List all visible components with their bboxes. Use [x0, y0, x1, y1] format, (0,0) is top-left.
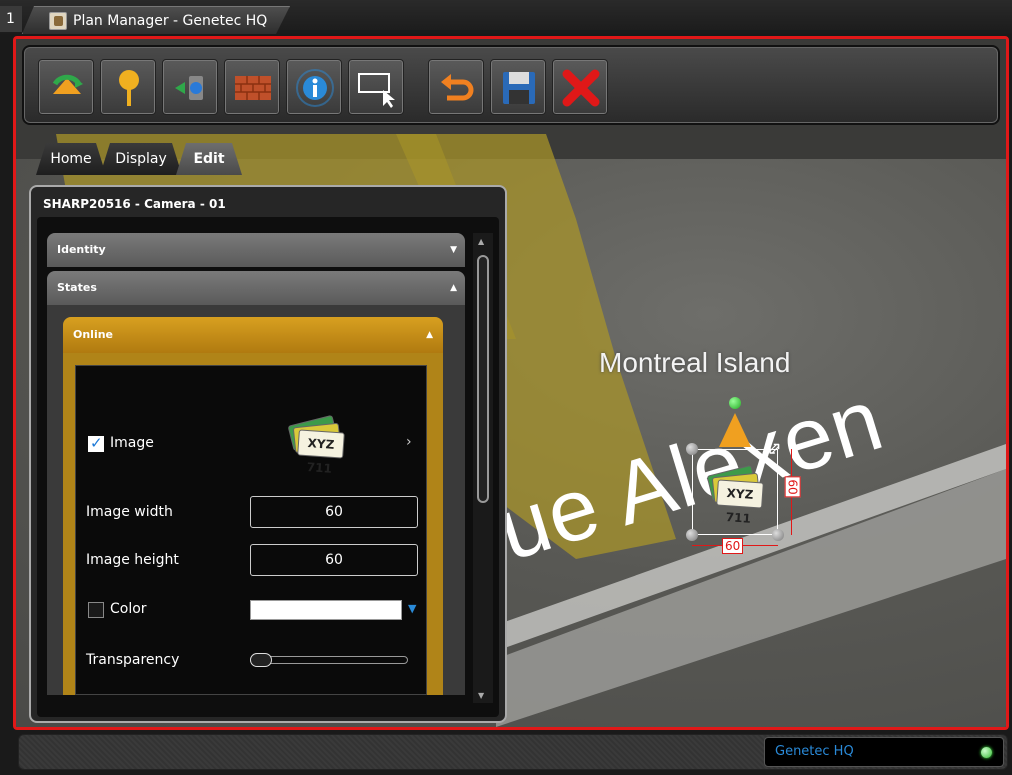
- door-icon: [175, 76, 203, 100]
- scroll-down-icon[interactable]: ▼: [478, 691, 484, 700]
- resize-handle-bottom-left[interactable]: [686, 529, 698, 541]
- width-dimension-label: 60: [722, 538, 744, 554]
- undo-button[interactable]: [428, 59, 484, 115]
- image-width-label: Image width: [86, 504, 173, 520]
- license-plate-icon: XYZ 711: [703, 464, 767, 526]
- online-properties: Image XYZ 711 › Image width 60 Image hei…: [75, 365, 427, 695]
- status-bar: Genetec HQ: [18, 734, 1008, 770]
- connection-status-icon: [981, 747, 992, 758]
- transparency-label: Transparency: [86, 652, 180, 668]
- chevron-right-icon[interactable]: ›: [406, 434, 412, 450]
- chevron-down-icon[interactable]: ▼: [408, 602, 416, 615]
- edit-toolbar: [22, 45, 1000, 125]
- tab-home[interactable]: Home: [36, 143, 106, 175]
- plate-text: XYZ 711: [716, 479, 764, 526]
- server-name: Genetec HQ: [775, 744, 854, 759]
- save-icon: [503, 72, 535, 104]
- color-swatch[interactable]: [250, 600, 402, 620]
- chevron-up-icon: ▲: [426, 330, 433, 340]
- section-online-label: Online: [73, 328, 114, 341]
- info-button[interactable]: [286, 59, 342, 115]
- camera-map-object[interactable]: XYZ 711: [692, 449, 778, 535]
- wall-icon: [235, 76, 271, 100]
- door-button[interactable]: [162, 59, 218, 115]
- server-status[interactable]: Genetec HQ: [764, 737, 1004, 767]
- panel-scrollbar[interactable]: ▲ ▼: [473, 233, 493, 703]
- rotation-handle[interactable]: [729, 397, 741, 409]
- color-label: Color: [110, 601, 147, 617]
- image-label: Image: [110, 435, 154, 451]
- tab-edit[interactable]: Edit: [176, 143, 242, 175]
- close-icon: [562, 69, 600, 107]
- move-tool-icon: [52, 74, 83, 94]
- section-states[interactable]: States ▲: [47, 271, 465, 305]
- location-pin-icon: [119, 70, 139, 106]
- image-width-input[interactable]: 60: [250, 496, 418, 528]
- scroll-thumb[interactable]: [477, 255, 489, 503]
- app-tab-title: Plan Manager - Genetec HQ: [73, 13, 268, 29]
- section-identity-label: Identity: [57, 243, 106, 256]
- online-body: Image XYZ 711 › Image width 60 Image hei…: [63, 353, 443, 695]
- tab-display[interactable]: Display: [100, 143, 182, 175]
- license-plate-image-preview[interactable]: XYZ 711: [284, 414, 348, 476]
- image-height-input[interactable]: 60: [250, 544, 418, 576]
- image-height-label: Image height: [86, 552, 179, 568]
- select-area-icon: [358, 73, 395, 108]
- transparency-slider-thumb[interactable]: [250, 653, 272, 667]
- plate-text: XYZ 711: [297, 429, 345, 476]
- map-island-label: Montreal Island: [599, 347, 791, 378]
- info-icon: [296, 69, 334, 107]
- tab-index: 1: [0, 6, 22, 32]
- direction-arrow-icon[interactable]: [719, 413, 751, 447]
- section-states-label: States: [57, 281, 97, 294]
- resize-handle-top-left[interactable]: [686, 443, 698, 455]
- chevron-up-icon: ▲: [450, 283, 457, 293]
- resize-handle-bottom-right[interactable]: [772, 529, 784, 541]
- section-identity[interactable]: Identity ▼: [47, 233, 465, 267]
- plan-manager-workspace: ue Alexen Montreal Island XYZ 711 ⇕ 60 6…: [13, 36, 1009, 730]
- image-checkbox[interactable]: [88, 434, 104, 452]
- select-area-button[interactable]: [348, 59, 404, 115]
- location-pin-button[interactable]: [100, 59, 156, 115]
- section-online[interactable]: Online ▲: [63, 317, 443, 353]
- app-tab-plan-manager[interactable]: Plan Manager - Genetec HQ: [22, 6, 290, 34]
- window-tab-bar: 1 Plan Manager - Genetec HQ: [0, 0, 1012, 34]
- properties-panel: SHARP20516 - Camera - 01 Identity ▼ Stat…: [29, 185, 507, 723]
- panel-content: Identity ▼ States ▲ Online ▲ Image: [37, 217, 499, 717]
- transparency-slider[interactable]: [250, 656, 408, 664]
- color-checkbox[interactable]: [88, 602, 104, 618]
- states-body: Online ▲ Image XYZ 711 ›: [47, 305, 465, 695]
- chevron-down-icon: ▼: [450, 245, 457, 255]
- wall-button[interactable]: [224, 59, 280, 115]
- save-button[interactable]: [490, 59, 546, 115]
- plan-manager-icon: [49, 12, 67, 30]
- cancel-button[interactable]: [552, 59, 608, 115]
- height-dimension-label: 60: [784, 476, 801, 498]
- undo-icon: [441, 74, 474, 101]
- move-tool-button[interactable]: [38, 59, 94, 115]
- panel-title: SHARP20516 - Camera - 01: [43, 197, 226, 211]
- scroll-up-icon[interactable]: ▲: [478, 237, 484, 246]
